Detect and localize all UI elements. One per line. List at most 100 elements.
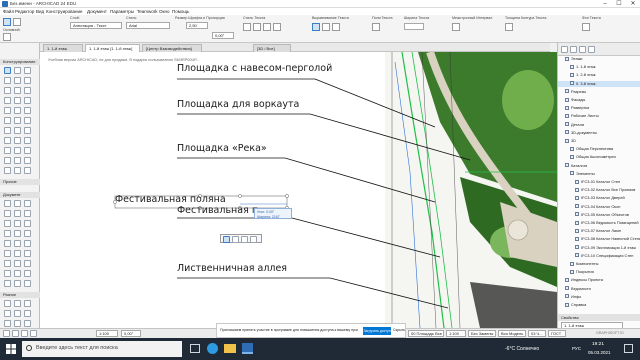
menu-view[interactable]: Вид xyxy=(36,9,44,14)
publisher-icon[interactable] xyxy=(588,46,595,53)
menu-teamwork[interactable]: Teamwork xyxy=(137,9,158,14)
zoom-out-icon[interactable] xyxy=(30,330,37,337)
clock-date[interactable]: 05.03.2021 xyxy=(588,350,611,355)
minimize-icon[interactable]: – xyxy=(598,0,612,8)
menu-file[interactable]: Файл xyxy=(3,9,14,14)
design-tool-icon[interactable] xyxy=(14,157,21,164)
design-tool-icon[interactable] xyxy=(4,127,11,134)
design-tool-icon[interactable] xyxy=(14,230,21,237)
resize-icon[interactable] xyxy=(250,236,257,243)
design-tool-icon[interactable] xyxy=(24,137,31,144)
design-tool-icon[interactable] xyxy=(24,220,31,227)
scale-select[interactable]: 1:100 xyxy=(446,330,466,337)
label-river[interactable]: Площадка «Река» xyxy=(177,143,267,154)
drawing-canvas[interactable]: Учебная версия ARCHICAD, не для продажи.… xyxy=(40,52,557,328)
design-tool-icon[interactable] xyxy=(14,300,21,307)
design-tool-icon[interactable] xyxy=(4,67,11,74)
design-tool-icon[interactable] xyxy=(14,200,21,207)
tab-3d-all[interactable]: [3D / Все] xyxy=(253,44,291,52)
navigator-item[interactable]: Общая Аксонометрия xyxy=(558,154,640,161)
weather-indicator[interactable]: -6°C Солнечно xyxy=(505,346,539,352)
tab-bim-center[interactable]: [Центр Взаимодействия] xyxy=(142,44,202,52)
undo-icon[interactable] xyxy=(3,330,10,337)
design-tool-icon[interactable] xyxy=(14,127,21,134)
design-tool-icon[interactable] xyxy=(24,250,31,257)
toolbox-section-design[interactable]: Конструирование xyxy=(0,59,40,65)
toolbox-section-other[interactable]: Прочие xyxy=(0,179,40,185)
strikethrough-icon[interactable] xyxy=(273,23,281,31)
design-tool-icon[interactable] xyxy=(4,137,11,144)
line-spacing-icon[interactable] xyxy=(452,23,460,31)
outline-pen-icon[interactable] xyxy=(505,23,513,31)
zoom-in-icon[interactable] xyxy=(21,330,28,337)
navigator-item[interactable]: IFC3-02 Каталог Все Проемов xyxy=(558,187,640,194)
task-view-icon[interactable] xyxy=(190,344,200,353)
align-right-icon[interactable] xyxy=(332,23,340,31)
navigator-item[interactable]: Покрытия xyxy=(558,269,640,276)
move-icon[interactable] xyxy=(223,236,230,243)
design-tool-icon[interactable] xyxy=(14,137,21,144)
design-tool-icon[interactable] xyxy=(24,67,31,74)
archicad-taskbar-icon[interactable] xyxy=(242,343,253,354)
navigator-item[interactable]: IFC3-09 Экспликация 1-й этаж xyxy=(558,245,640,252)
design-tool-icon[interactable] xyxy=(14,167,21,174)
design-tool-icon[interactable] xyxy=(24,300,31,307)
design-tool-icon[interactable] xyxy=(4,280,11,287)
bold-icon[interactable] xyxy=(243,23,251,31)
design-tool-icon[interactable] xyxy=(14,260,21,267)
design-tool-icon[interactable] xyxy=(24,107,31,114)
navigator-item[interactable]: Развертки xyxy=(558,105,640,112)
design-tool-icon[interactable] xyxy=(24,200,31,207)
angle-field[interactable]: 0,00° xyxy=(121,330,141,337)
navigator-item[interactable]: IFC3-04 Каталог Окон xyxy=(558,204,640,211)
design-tool-icon[interactable] xyxy=(4,147,11,154)
design-tool-icon[interactable] xyxy=(14,240,21,247)
design-tool-icon[interactable] xyxy=(14,310,21,317)
design-tool-icon[interactable] xyxy=(24,167,31,174)
navigator-item[interactable]: Разрезы xyxy=(558,89,640,96)
label-festival-selected[interactable]: Фестивальная поляна xyxy=(115,194,226,205)
design-tool-icon[interactable] xyxy=(4,320,11,327)
navigator-item[interactable]: Этажи xyxy=(558,56,640,63)
clock-time[interactable]: 19:21 xyxy=(592,342,604,347)
navigator-item[interactable]: IFC3-05 Каталог Объектов xyxy=(558,212,640,219)
navigator-item[interactable]: Компоненты xyxy=(558,261,640,268)
navigator-item[interactable]: Инфо xyxy=(558,294,640,301)
label-festival-ghost[interactable]: Фестивальная п xyxy=(177,205,258,216)
label-larch-alley[interactable]: Лиственничная аллея xyxy=(177,263,287,274)
label-workout[interactable]: Площадка для воркаута xyxy=(177,99,299,110)
navigator-item[interactable]: 3D-документы xyxy=(558,130,640,137)
italic-icon[interactable] xyxy=(253,23,261,31)
label-pergola[interactable]: Площадка с навесом-перголой xyxy=(177,63,332,74)
navigator-item[interactable]: 1. 2-й этаж xyxy=(558,72,640,79)
menu-options[interactable]: Параметры xyxy=(110,9,134,14)
navigator-item[interactable]: 1. 1-й этаж xyxy=(558,64,640,71)
align-center-icon[interactable] xyxy=(322,23,330,31)
menu-document[interactable]: Документ xyxy=(87,9,107,14)
design-tool-icon[interactable] xyxy=(24,210,31,217)
layer-select[interactable]: Аннотация - Текст xyxy=(70,22,122,29)
design-tool-icon[interactable] xyxy=(24,97,31,104)
design-tool-icon[interactable] xyxy=(24,260,31,267)
navigator-item[interactable]: Рабочие Листы xyxy=(558,113,640,120)
mirror-icon[interactable] xyxy=(241,236,248,243)
design-tool-icon[interactable] xyxy=(14,117,21,124)
design-tool-icon[interactable] xyxy=(24,77,31,84)
windows-start-icon[interactable] xyxy=(6,344,16,354)
layout-book-icon[interactable] xyxy=(579,46,586,53)
design-tool-icon[interactable] xyxy=(4,230,11,237)
design-tool-icon[interactable] xyxy=(24,117,31,124)
design-tool-icon[interactable] xyxy=(24,157,31,164)
design-tool-icon[interactable] xyxy=(24,87,31,94)
align-left-icon[interactable] xyxy=(312,23,320,31)
design-tool-icon[interactable] xyxy=(14,280,21,287)
arrow-tool-icon[interactable] xyxy=(3,18,11,26)
override-select[interactable]: Без Замены xyxy=(468,330,496,337)
view-map-icon[interactable] xyxy=(570,46,577,53)
design-tool-icon[interactable] xyxy=(4,97,11,104)
design-tool-icon[interactable] xyxy=(14,107,21,114)
model-view-select[interactable]: Вся Модель xyxy=(498,330,526,337)
notifications-icon[interactable] xyxy=(624,344,633,353)
design-tool-icon[interactable] xyxy=(24,147,31,154)
design-tool-icon[interactable] xyxy=(4,87,11,94)
